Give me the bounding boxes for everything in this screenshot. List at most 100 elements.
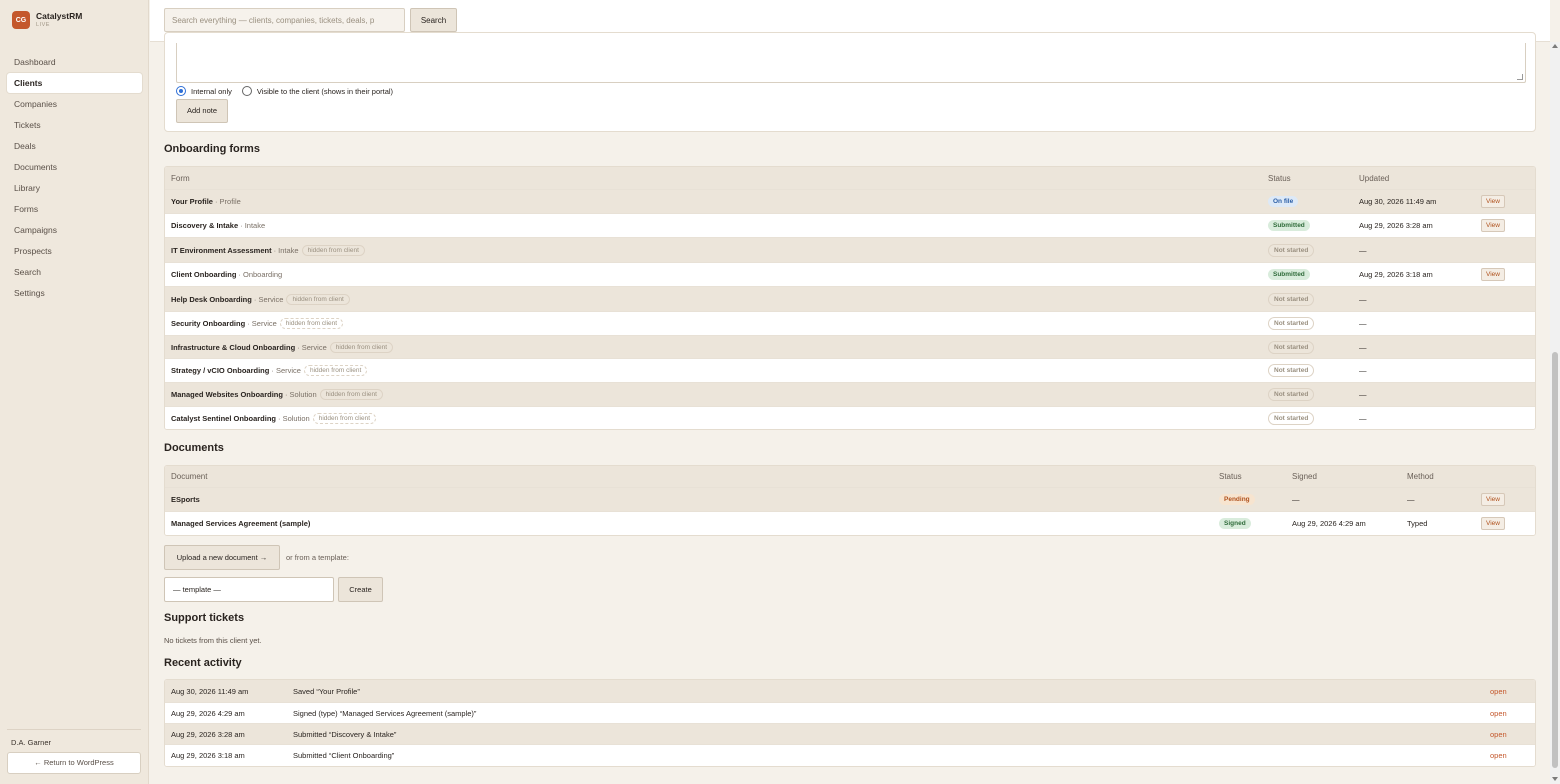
status-cell: Not started xyxy=(1268,383,1315,406)
add-note-button[interactable]: Add note xyxy=(176,99,228,123)
status-cell: Submitted xyxy=(1268,263,1310,286)
activity-open-link[interactable]: open xyxy=(1490,703,1507,723)
radio-visible-to-client[interactable] xyxy=(241,86,252,96)
status-cell: Not started xyxy=(1268,336,1315,358)
updated-cell: Aug 29, 2026 3:18 am xyxy=(1359,263,1433,286)
sidebar-item-clients[interactable]: Clients xyxy=(7,73,142,93)
form-name[interactable]: Infrastructure & Cloud Onboarding xyxy=(171,343,295,352)
action-cell: View xyxy=(1481,512,1505,535)
form-name[interactable]: Security Onboarding xyxy=(171,319,245,328)
method-cell: Typed xyxy=(1407,512,1427,535)
sidebar-item-documents[interactable]: Documents xyxy=(7,157,142,177)
sidebar-item-forms[interactable]: Forms xyxy=(7,199,142,219)
status-badge: Not started xyxy=(1268,317,1315,330)
document-cell: ESports xyxy=(171,488,200,511)
sidebar-item-campaigns[interactable]: Campaigns xyxy=(7,220,142,240)
activity-date: Aug 29, 2026 3:18 am xyxy=(171,751,245,760)
sidebar-item-prospects[interactable]: Prospects xyxy=(7,241,142,261)
updated-cell: Aug 29, 2026 3:28 am xyxy=(1359,214,1433,237)
radio-internal-only[interactable] xyxy=(176,86,186,96)
form-name[interactable]: Strategy / vCIO Onboarding xyxy=(171,366,269,375)
scroll-up-arrow-icon[interactable] xyxy=(1552,44,1558,48)
column-header-status: Status xyxy=(1268,173,1291,183)
updated-cell: — xyxy=(1359,238,1367,262)
form-name[interactable]: Catalyst Sentinel Onboarding xyxy=(171,414,276,423)
status-cell: Not started xyxy=(1268,287,1315,311)
form-name[interactable]: Managed Websites Onboarding xyxy=(171,390,283,399)
activity-open-link[interactable]: open xyxy=(1490,745,1507,766)
column-header-form: Form xyxy=(171,173,190,183)
form-category: · Solution xyxy=(284,390,317,399)
activity-description: Saved “Your Profile” xyxy=(293,686,360,696)
status-badge: Not started xyxy=(1268,388,1315,401)
status-cell: Not started xyxy=(1268,238,1315,262)
table-header: Document Status Signed Method xyxy=(165,466,1535,487)
form-name[interactable]: Discovery & Intake xyxy=(171,221,238,230)
column-header-document: Document xyxy=(171,472,208,481)
hidden-from-client-badge: hidden from client xyxy=(303,365,368,376)
table-row: Discovery & Intake · Intake Submitted Aug 2… xyxy=(165,213,1535,237)
onboarding-forms-heading: Onboarding forms xyxy=(164,143,260,155)
sidebar-item-deals[interactable]: Deals xyxy=(7,136,142,156)
activity-row: Aug 29, 2026 4:29 am Signed (type) “Manag… xyxy=(165,702,1535,723)
action-cell: View xyxy=(1481,190,1505,213)
activity-open-link[interactable]: open xyxy=(1490,680,1507,702)
sidebar-item-companies[interactable]: Companies xyxy=(7,94,142,114)
table-row: IT Environment Assessment · Intake hidden … xyxy=(165,237,1535,262)
form-name[interactable]: Your Profile xyxy=(171,197,213,206)
activity-row: Aug 30, 2026 11:49 am Saved “Your Profile… xyxy=(165,680,1535,702)
add-note-card: Internal only Visible to the client (sho… xyxy=(164,32,1536,132)
form-name[interactable]: IT Environment Assessment xyxy=(171,246,272,255)
activity-row: Aug 29, 2026 3:28 am Submitted “Discovery… xyxy=(165,723,1535,744)
status-badge: Not started xyxy=(1268,411,1315,425)
signed-date: Aug 29, 2026 4:29 am xyxy=(1292,519,1366,528)
form-cell: Your Profile · Profile xyxy=(171,190,241,213)
status-cell: Not started xyxy=(1268,407,1315,429)
updated-cell: — xyxy=(1359,312,1367,335)
view-button[interactable]: View xyxy=(1481,195,1505,208)
action-cell: View xyxy=(1481,263,1505,286)
note-textarea[interactable] xyxy=(176,43,1526,83)
support-tickets-heading: Support tickets xyxy=(164,612,245,624)
template-select[interactable]: — template — xyxy=(164,577,334,602)
view-button[interactable]: View xyxy=(1481,493,1505,506)
global-search-input[interactable] xyxy=(164,8,405,32)
scroll-thumb[interactable] xyxy=(1552,352,1558,768)
view-button[interactable]: View xyxy=(1481,517,1505,530)
sidebar-item-dashboard[interactable]: Dashboard xyxy=(7,52,142,72)
status-cell: Signed xyxy=(1219,512,1251,535)
view-button[interactable]: View xyxy=(1481,219,1505,232)
return-to-wordpress-button[interactable]: ← Return to WordPress xyxy=(7,752,141,774)
sidebar-item-settings[interactable]: Settings xyxy=(7,283,142,303)
status-cell: On file xyxy=(1268,190,1299,213)
search-button[interactable]: Search xyxy=(410,8,457,32)
document-name[interactable]: Managed Services Agreement (sample) xyxy=(171,519,310,528)
activity-date: Aug 29, 2026 4:29 am xyxy=(171,708,245,718)
scroll-down-arrow-icon[interactable] xyxy=(1552,777,1558,781)
brand[interactable]: CG CatalystRM LIVE xyxy=(12,11,82,29)
page-scrollbar[interactable] xyxy=(1550,42,1560,784)
table-row: Infrastructure & Cloud Onboarding · Servi… xyxy=(165,335,1535,358)
sidebar-item-library[interactable]: Library xyxy=(7,178,142,198)
sidebar-nav: Dashboard Clients Companies Tickets Deals Doc… xyxy=(7,52,142,304)
updated-cell: — xyxy=(1359,407,1367,429)
status-cell: Not started xyxy=(1268,312,1315,335)
view-button[interactable]: View xyxy=(1481,268,1505,281)
form-category: · Service xyxy=(271,366,301,375)
create-from-template-button[interactable]: Create xyxy=(338,577,383,602)
table-header: Form Status Updated xyxy=(165,167,1535,189)
form-name[interactable]: Client Onboarding xyxy=(171,270,236,279)
table-row: ESports Pending — — View xyxy=(165,487,1535,511)
form-name[interactable]: Help Desk Onboarding xyxy=(171,295,252,304)
hidden-from-client-badge: hidden from client xyxy=(329,341,394,353)
sidebar-item-tickets[interactable]: Tickets xyxy=(7,115,142,135)
document-name[interactable]: ESports xyxy=(171,495,200,504)
hidden-from-client-badge: hidden from client xyxy=(286,293,350,305)
action-cell: View xyxy=(1481,214,1505,237)
resize-grip-icon[interactable] xyxy=(1517,74,1523,80)
updated-cell: Aug 30, 2026 11:49 am xyxy=(1359,190,1436,213)
upload-document-button[interactable]: Upload a new document → xyxy=(164,545,280,570)
hidden-from-client-badge: hidden from client xyxy=(319,389,383,400)
activity-open-link[interactable]: open xyxy=(1490,724,1507,744)
sidebar-item-search[interactable]: Search xyxy=(7,262,142,282)
